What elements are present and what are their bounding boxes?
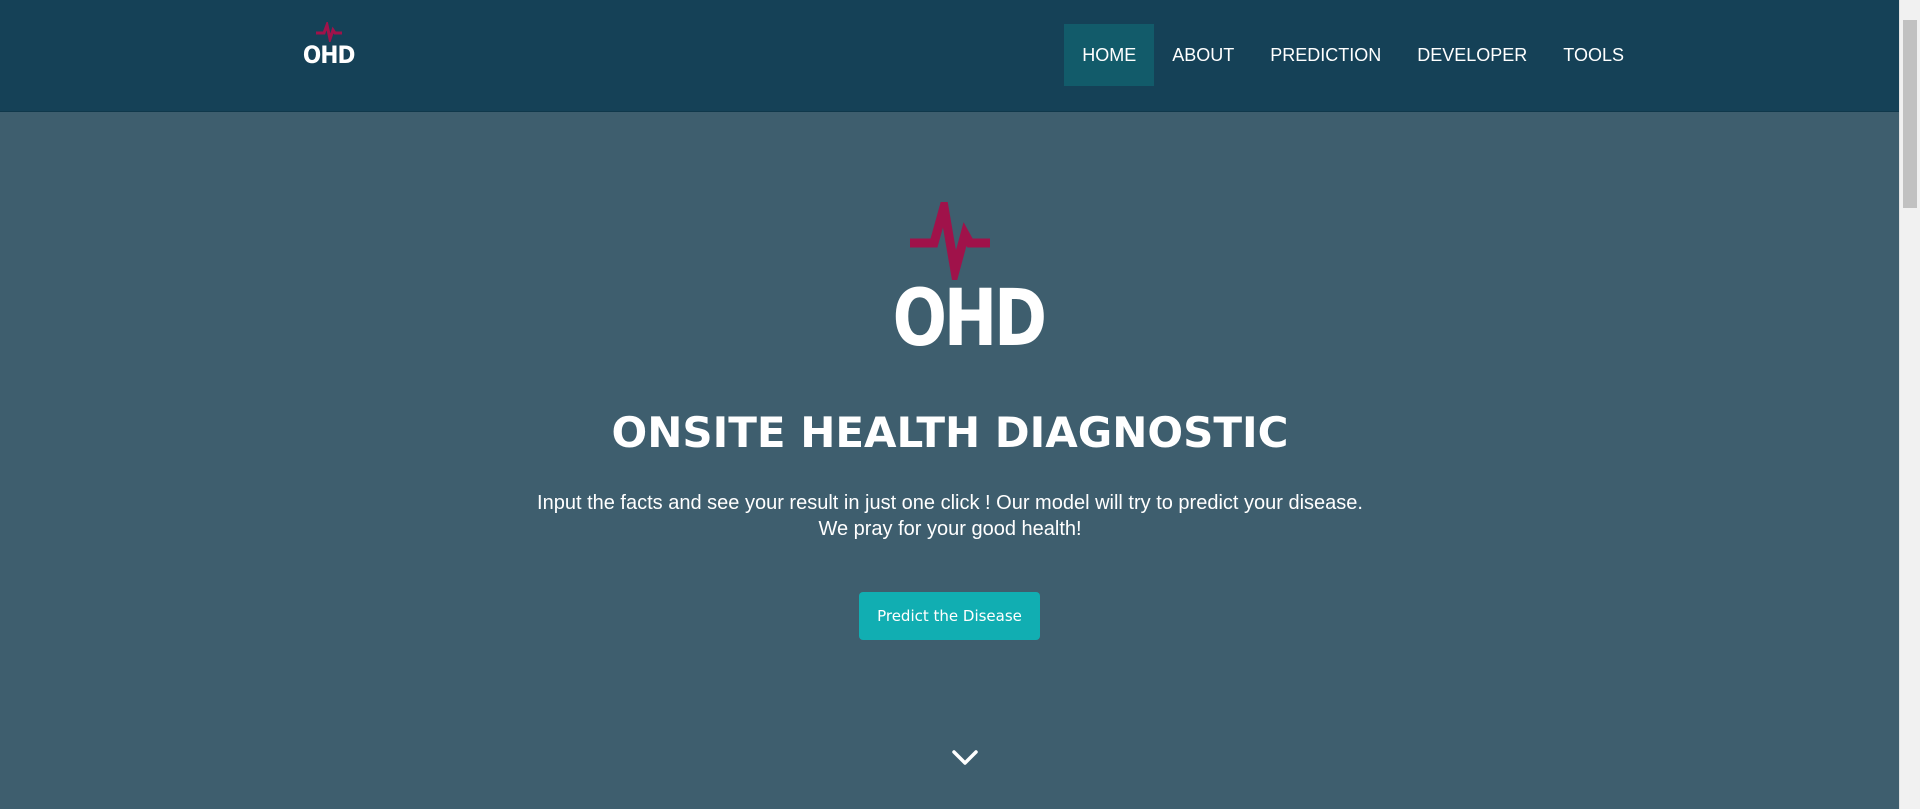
nav-menu: HOME ABOUT PREDICTION DEVELOPER TOOLS	[1064, 24, 1642, 86]
brand-logo-text: OHD	[303, 41, 356, 69]
hero-section: OHD ONSITE HEALTH DIAGNOSTIC Input the f…	[0, 112, 1900, 809]
hero-logo-text: OHD	[892, 274, 1047, 364]
page: OHD HOME ABOUT PREDICTION DEVELOPER TOOL…	[0, 0, 1920, 809]
hero-subtitle: Input the facts and see your result in j…	[0, 490, 1900, 542]
nav-item-developer[interactable]: DEVELOPER	[1399, 24, 1545, 86]
chevron-down-icon[interactable]	[950, 747, 980, 767]
scrollbar-thumb[interactable]	[1903, 20, 1917, 208]
hero-logo: OHD	[880, 202, 1047, 372]
vertical-scrollbar[interactable]	[1899, 0, 1920, 809]
hero-subtitle-line-2: We pray for your good health!	[818, 518, 1082, 540]
nav-item-home[interactable]: HOME	[1064, 24, 1155, 86]
predict-disease-button[interactable]: Predict the Disease	[859, 592, 1040, 640]
nav-item-tools[interactable]: TOOLS	[1545, 24, 1642, 86]
heartbeat-icon	[316, 22, 342, 42]
nav-item-about[interactable]: ABOUT	[1154, 24, 1252, 86]
navbar: OHD HOME ABOUT PREDICTION DEVELOPER TOOL…	[0, 0, 1900, 112]
heartbeat-icon	[910, 202, 990, 280]
nav-item-prediction[interactable]: PREDICTION	[1252, 24, 1399, 86]
hero-subtitle-line-1: Input the facts and see your result in j…	[537, 492, 1363, 514]
brand-logo[interactable]: OHD	[303, 22, 356, 82]
page-title: ONSITE HEALTH DIAGNOSTIC	[611, 408, 1289, 457]
